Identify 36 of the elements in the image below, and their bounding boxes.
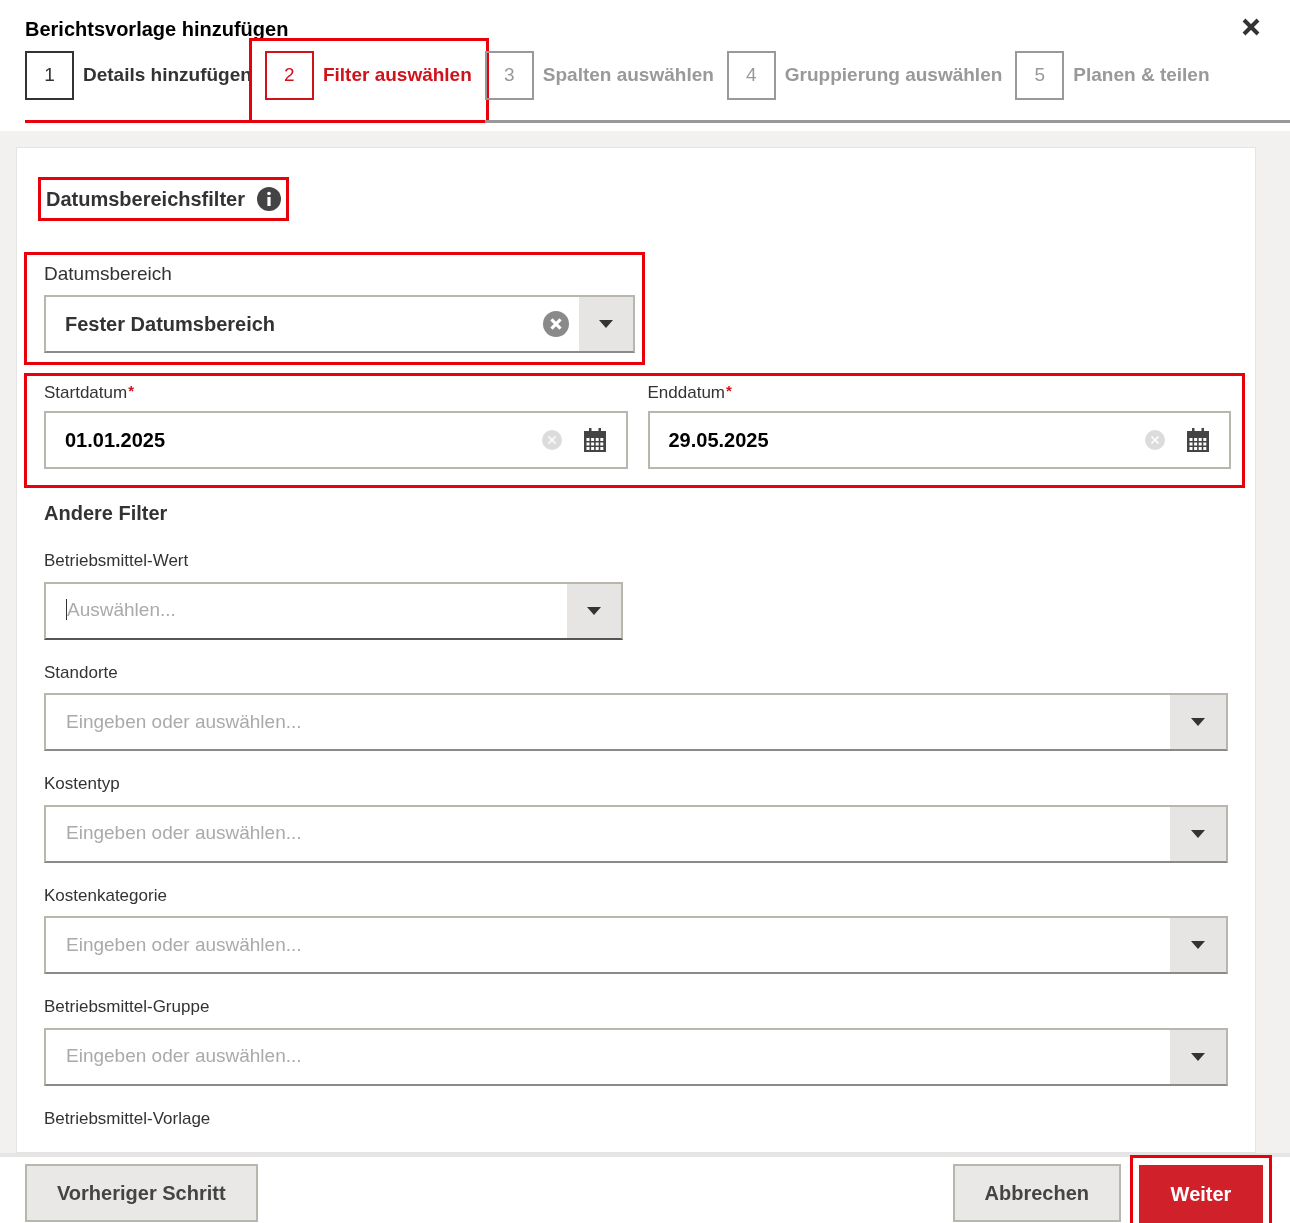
field-label: Kostenkategorie [44,884,168,907]
date-field[interactable]: 01.01.2025 [44,411,628,469]
info-icon[interactable] [256,187,281,211]
field-label: Kostentyp [44,773,121,795]
date-field[interactable]: 29.05.2025 [647,411,1231,469]
field-label: Enddatum [647,381,725,404]
wizard-step[interactable]: 5 Planen & teilen [1015,51,1210,100]
wizard-step[interactable]: 1 Details hinzufügen [25,51,252,100]
caret-icon [1190,1051,1206,1062]
wizard-step[interactable]: 3 Spalten auswählen [484,51,714,100]
caret-icon [1190,828,1206,839]
dialog-title: Berichtsvorlage hinzufügen [25,17,289,42]
date-range-select[interactable]: Fester Datumsbereich [44,294,635,353]
caret-icon [1190,717,1206,727]
field-label: Betriebsmittel-Gruppe [44,996,211,1018]
caret-icon [598,318,614,329]
caret-icon [1190,940,1206,950]
section-heading: Andere Filter [44,501,169,526]
required-asterisk: * [128,380,134,401]
required-asterisk: * [726,380,732,401]
calendar-icon[interactable] [583,428,606,452]
field-label: Standorte [44,661,119,684]
wizard-step[interactable]: 4 Gruppierung auswählen [726,51,1003,100]
cancel-button[interactable]: Abbrechen [952,1164,1121,1222]
close-icon[interactable] [1242,18,1260,36]
back-button[interactable]: Vorheriger Schritt [25,1164,258,1222]
caret-icon [586,605,602,616]
field-label: Datumsbereich [44,262,173,286]
section-heading: Datumsbereichsfilter [46,187,245,212]
next-button[interactable]: Weiter [1139,1165,1263,1223]
field-label: Startdatum [44,381,128,404]
field-label: Betriebsmittel-Vorlage [44,1107,212,1130]
calendar-icon[interactable] [1187,428,1209,452]
wizard-step[interactable]: 2 Filter auswählen [264,51,472,100]
clear-icon[interactable] [543,310,569,337]
field-label: Betriebsmittel-Wert [44,550,190,572]
